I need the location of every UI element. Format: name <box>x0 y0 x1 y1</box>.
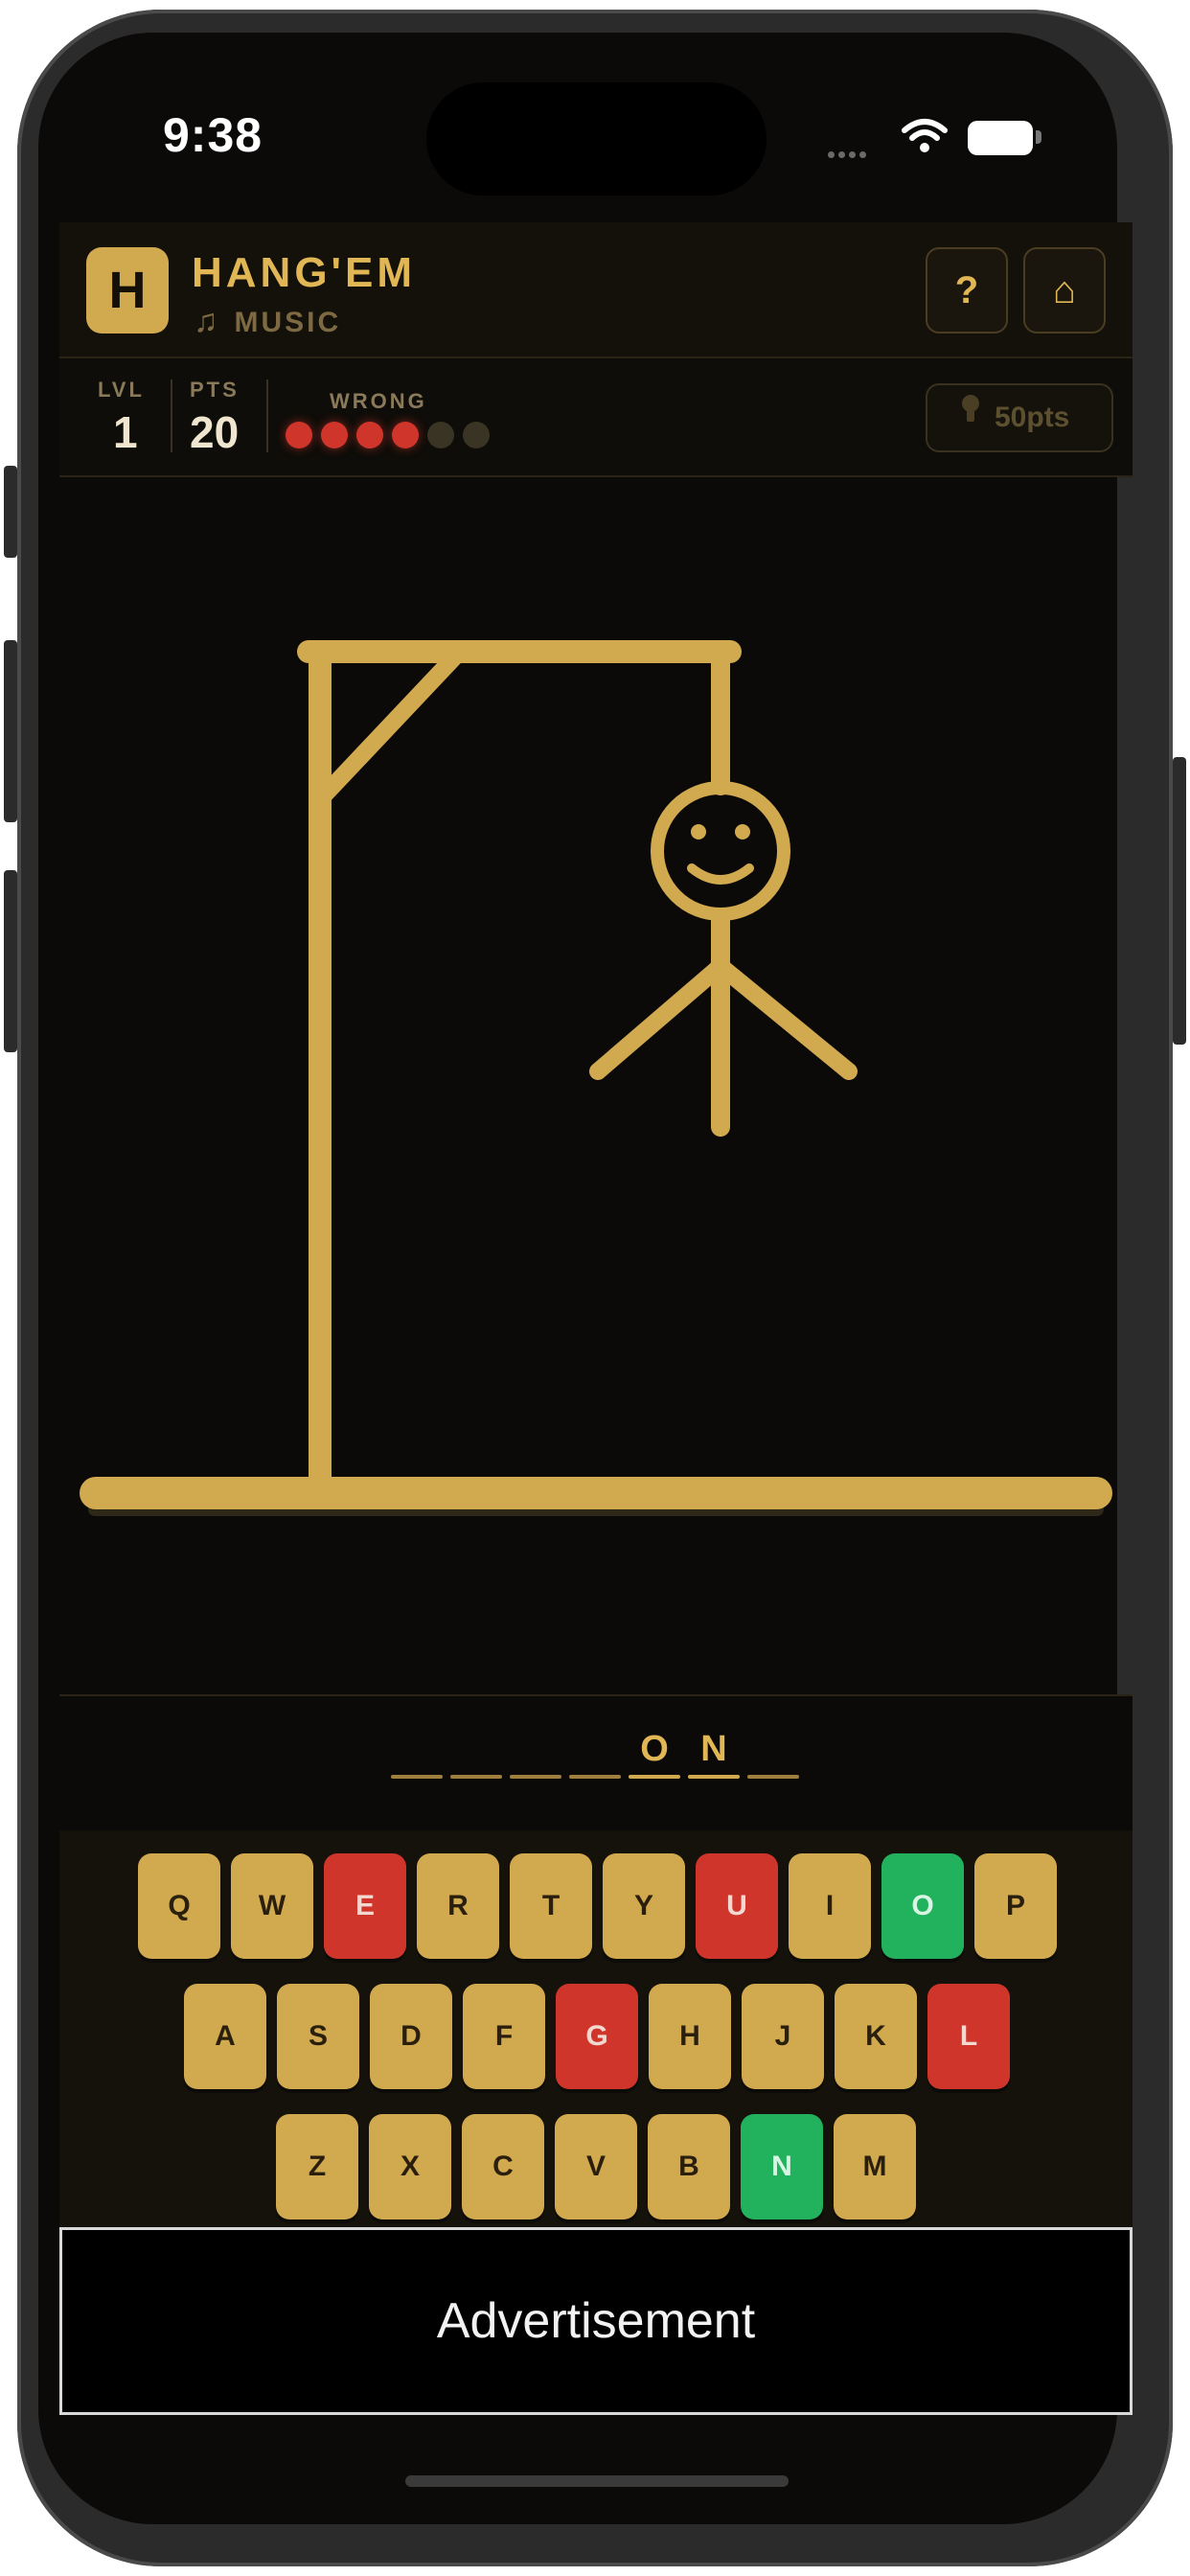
key-k[interactable]: K <box>835 1984 917 2089</box>
volume-up-button <box>4 640 17 822</box>
category-label: ♫ MUSIC <box>194 303 341 340</box>
slot-underline <box>510 1775 561 1779</box>
slot-underline <box>629 1775 680 1779</box>
stats-divider <box>171 380 172 452</box>
hangman-smile <box>687 863 754 885</box>
slot-letter: O <box>640 1729 669 1769</box>
gallows-brace <box>317 647 465 802</box>
hint-cost: 50pts <box>995 402 1070 433</box>
word-display: ON <box>59 1694 1133 1832</box>
advertisement-banner[interactable]: Advertisement <box>59 2227 1133 2415</box>
key-v[interactable]: V <box>555 2114 637 2220</box>
key-i[interactable]: I <box>789 1853 871 1959</box>
key-l[interactable]: L <box>927 1984 1010 2089</box>
key-n[interactable]: N <box>741 2114 823 2220</box>
wrong-dot-filled <box>392 422 419 448</box>
action-button <box>4 466 17 558</box>
letter-keyboard: QWERTYUIOP ASDFGHJKL ZXCVBNM <box>59 1830 1133 2233</box>
key-r[interactable]: R <box>417 1853 499 1959</box>
key-t[interactable]: T <box>510 1853 592 1959</box>
gallows-drawing <box>80 640 1112 1516</box>
wrong-label: WRONG <box>330 389 427 413</box>
app-container: H HANG'EM ♫ MUSIC ? ⌂ LVL 1 PTS 20 WRONG … <box>59 222 1133 477</box>
lightbulb-icon <box>960 385 981 450</box>
battery-icon <box>968 121 1033 155</box>
letter-slot <box>510 1729 561 1779</box>
help-button[interactable]: ? <box>926 247 1008 334</box>
letter-slot <box>747 1729 799 1779</box>
home-indicator[interactable] <box>405 2475 789 2487</box>
hangman-eye-right <box>735 824 750 840</box>
key-z[interactable]: Z <box>276 2114 358 2220</box>
home-button[interactable]: ⌂ <box>1023 247 1106 334</box>
letter-slot <box>391 1729 443 1779</box>
key-b[interactable]: B <box>648 2114 730 2220</box>
slot-letter: N <box>700 1729 727 1769</box>
key-p[interactable]: P <box>974 1853 1057 1959</box>
hangman-right-arm <box>712 957 858 1080</box>
wrong-dot-empty <box>427 422 454 448</box>
music-note-icon: ♫ <box>194 303 221 339</box>
wrong-dot-filled <box>286 422 312 448</box>
category-name: MUSIC <box>234 307 342 338</box>
hangman-eye-left <box>691 824 706 840</box>
key-x[interactable]: X <box>369 2114 451 2220</box>
power-button <box>1173 757 1186 1045</box>
key-y[interactable]: Y <box>603 1853 685 1959</box>
app-header: H HANG'EM ♫ MUSIC ? ⌂ <box>59 222 1133 358</box>
wrong-dot-empty <box>463 422 490 448</box>
points-label: PTS <box>190 378 240 402</box>
key-q[interactable]: Q <box>138 1853 220 1959</box>
key-s[interactable]: S <box>277 1984 359 2089</box>
stats-bar: LVL 1 PTS 20 WRONG 50pts <box>59 358 1133 477</box>
hangman-head <box>651 781 790 921</box>
app-title: HANG'EM <box>192 249 417 296</box>
letter-slot: N <box>688 1729 740 1779</box>
wrong-dot-filled <box>356 422 383 448</box>
key-h[interactable]: H <box>649 1984 731 2089</box>
volume-down-button <box>4 870 17 1052</box>
cellular-signal-icon <box>828 146 885 158</box>
slot-underline <box>688 1775 740 1779</box>
letter-slot <box>450 1729 502 1779</box>
key-a[interactable]: A <box>184 1984 266 2089</box>
dynamic-island <box>426 82 767 196</box>
wifi-icon <box>902 119 948 152</box>
app-logo: H <box>86 247 169 334</box>
key-o[interactable]: O <box>881 1853 964 1959</box>
wrong-dot-filled <box>321 422 348 448</box>
key-g[interactable]: G <box>556 1984 638 2089</box>
stats-divider <box>266 380 268 452</box>
points-value: 20 <box>190 407 240 457</box>
key-e[interactable]: E <box>324 1853 406 1959</box>
question-icon: ? <box>954 269 979 311</box>
key-w[interactable]: W <box>231 1853 313 1959</box>
letter-slot <box>569 1729 621 1779</box>
level-label: LVL <box>98 378 145 402</box>
home-icon: ⌂ <box>1052 269 1077 311</box>
key-d[interactable]: D <box>370 1984 452 2089</box>
key-j[interactable]: J <box>742 1984 824 2089</box>
key-m[interactable]: M <box>834 2114 916 2220</box>
key-u[interactable]: U <box>696 1853 778 1959</box>
hint-button[interactable]: 50pts <box>926 383 1113 452</box>
battery-tip <box>1036 130 1041 144</box>
slot-underline <box>450 1775 502 1779</box>
slot-underline <box>391 1775 443 1779</box>
status-time: 9:38 <box>163 108 263 162</box>
key-c[interactable]: C <box>462 2114 544 2220</box>
level-value: 1 <box>113 407 138 457</box>
key-f[interactable]: F <box>463 1984 545 2089</box>
slot-underline <box>747 1775 799 1779</box>
letter-slot: O <box>629 1729 680 1779</box>
slot-underline <box>569 1775 621 1779</box>
hangman-left-arm <box>589 957 729 1080</box>
